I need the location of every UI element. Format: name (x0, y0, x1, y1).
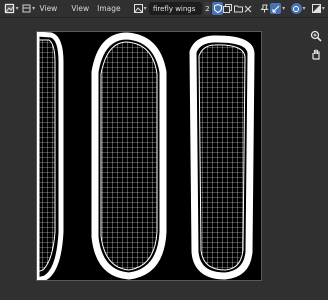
new-image-button[interactable] (223, 2, 233, 15)
overlay-toggle[interactable]: ▾ (289, 2, 306, 15)
image-icon (133, 4, 143, 13)
duplicate-icon (223, 4, 233, 13)
gizmo-icon (270, 3, 282, 14)
user-count[interactable]: 2 (203, 2, 212, 15)
chevron-down-icon: ▾ (15, 5, 19, 12)
editor-type-button[interactable]: ▾ (3, 2, 20, 15)
chevron-down-icon: ▾ (321, 5, 325, 12)
header-bar: ▾ ▾ View View Image ▾ firefly wings 2 ▾ (0, 0, 328, 18)
menu-view[interactable]: View (36, 4, 62, 13)
hand-icon (312, 49, 320, 60)
overlay-icon (290, 3, 302, 14)
shield-icon (213, 4, 222, 13)
pin-icon (260, 4, 270, 13)
zoom-icon (310, 30, 322, 42)
pin-button[interactable] (260, 2, 270, 15)
uv-wireframe (37, 32, 255, 281)
display-channels-dropdown[interactable]: ▾ (311, 2, 326, 15)
browse-image-button[interactable]: ▾ (133, 2, 147, 15)
chevron-down-icon: ▾ (302, 5, 306, 12)
menu-image[interactable]: Image (93, 4, 125, 13)
menu-view-2[interactable]: View (67, 4, 93, 13)
gizmo-toggle[interactable]: ▾ (270, 2, 285, 15)
display-channels-icon (311, 4, 321, 13)
unlink-image-button[interactable] (243, 2, 253, 15)
open-image-button[interactable] (233, 2, 243, 15)
close-icon (245, 5, 252, 12)
pan-button[interactable] (308, 46, 324, 62)
image-name-text: firefly wings (152, 4, 196, 13)
chevron-down-icon: ▾ (282, 5, 286, 12)
folder-icon (233, 5, 243, 13)
view-icon (22, 4, 31, 13)
zoom-button[interactable] (308, 28, 324, 44)
uv-image-canvas[interactable] (37, 32, 262, 281)
fake-user-button[interactable] (212, 2, 223, 15)
image-name-field[interactable]: firefly wings (148, 2, 202, 15)
chevron-down-icon: ▾ (143, 5, 147, 12)
view-mode-dropdown[interactable]: ▾ (22, 2, 36, 15)
image-editor-icon (3, 3, 15, 14)
